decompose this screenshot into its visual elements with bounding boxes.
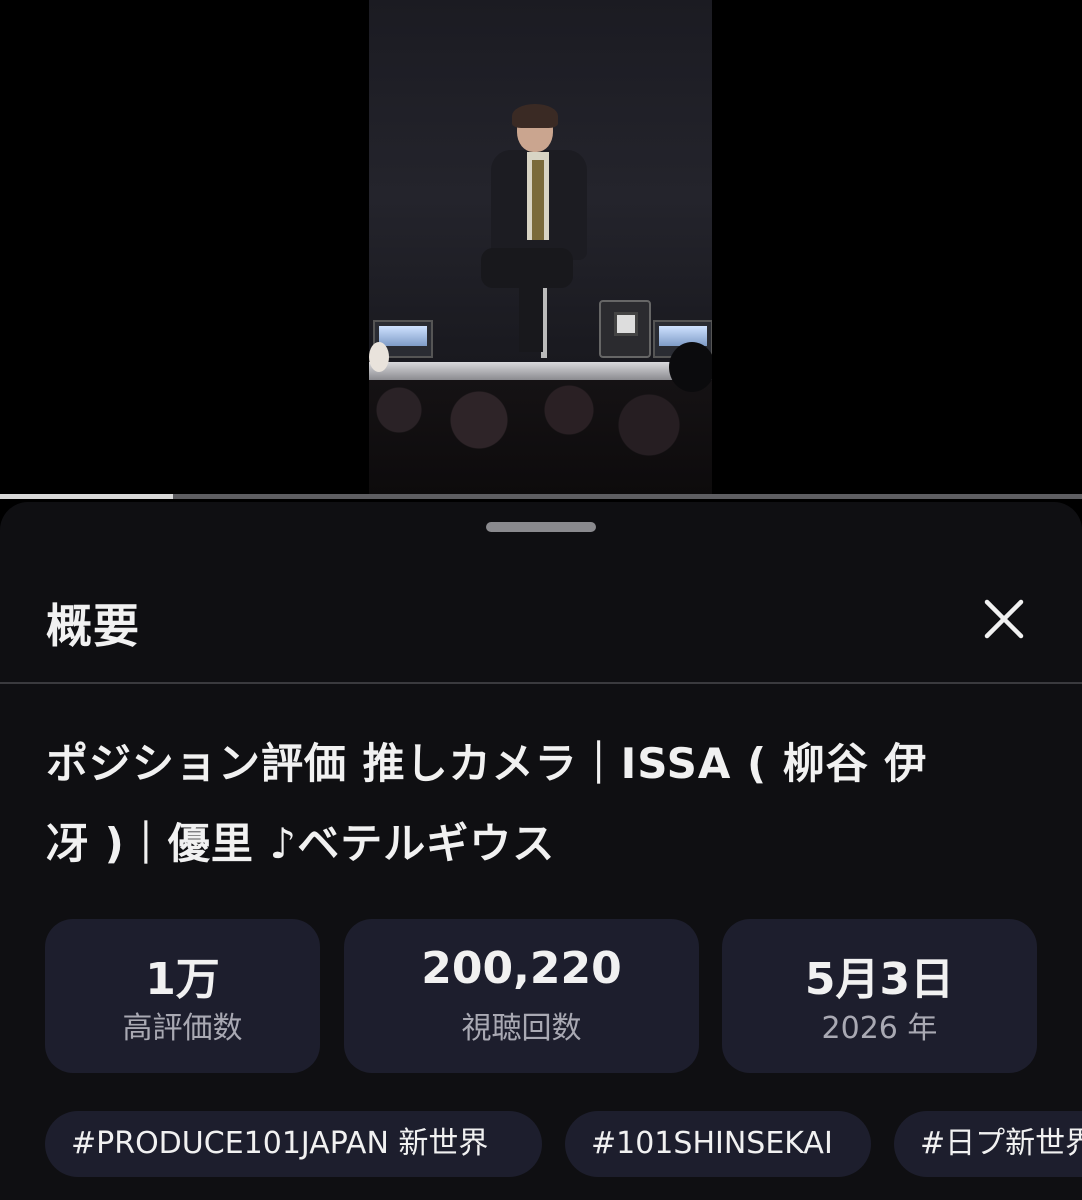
views-label: 視聴回数 [461,1011,582,1046]
close-icon [984,599,1024,639]
stage-speaker [599,300,651,358]
date-stat-card: 5月3日 2026 年 [722,919,1037,1073]
video-frame[interactable] [369,0,712,494]
video-title-line: ポジション評価 推しカメラ｜ISSA ( 柳谷 伊 [46,739,928,788]
drag-handle[interactable] [486,522,596,532]
likes-label: 高評価数 [122,1011,243,1046]
publish-date: 5月3日 [804,954,955,1005]
description-sheet: 概要 ポジション評価 推しカメラ｜ISSA ( 柳谷 伊 冴 )｜優里 ♪ベテル… [0,502,1082,1200]
hashtag-chip[interactable]: #日プ新世界 [894,1111,1082,1177]
hashtag-chip[interactable]: #PRODUCE101JAPAN 新世界 [45,1111,542,1177]
page: 概要 ポジション評価 推しカメラ｜ISSA ( 柳谷 伊 冴 )｜優里 ♪ベテル… [0,0,1082,1200]
publish-year: 2026 年 [821,1011,938,1046]
views-count: 200,220 [421,943,622,994]
sheet-title: 概要 [46,599,140,653]
views-stat-card: 200,220 視聴回数 [344,919,699,1073]
hashtag-chip[interactable]: #101SHINSEKAI [565,1111,871,1177]
audience [369,380,712,494]
video-title-line: 冴 )｜優里 ♪ベテルギウス [46,819,556,868]
divider [0,682,1082,684]
likes-count: 1万 [145,954,220,1005]
close-button[interactable] [975,590,1033,648]
likes-stat-card: 1万 高評価数 [45,919,320,1073]
video-progress-fill [0,494,174,499]
video-progress-bar[interactable] [0,494,1082,499]
video-title: ポジション評価 推しカメラ｜ISSA ( 柳谷 伊 冴 )｜優里 ♪ベテルギウス [46,724,1046,884]
video-player[interactable] [0,0,1082,500]
